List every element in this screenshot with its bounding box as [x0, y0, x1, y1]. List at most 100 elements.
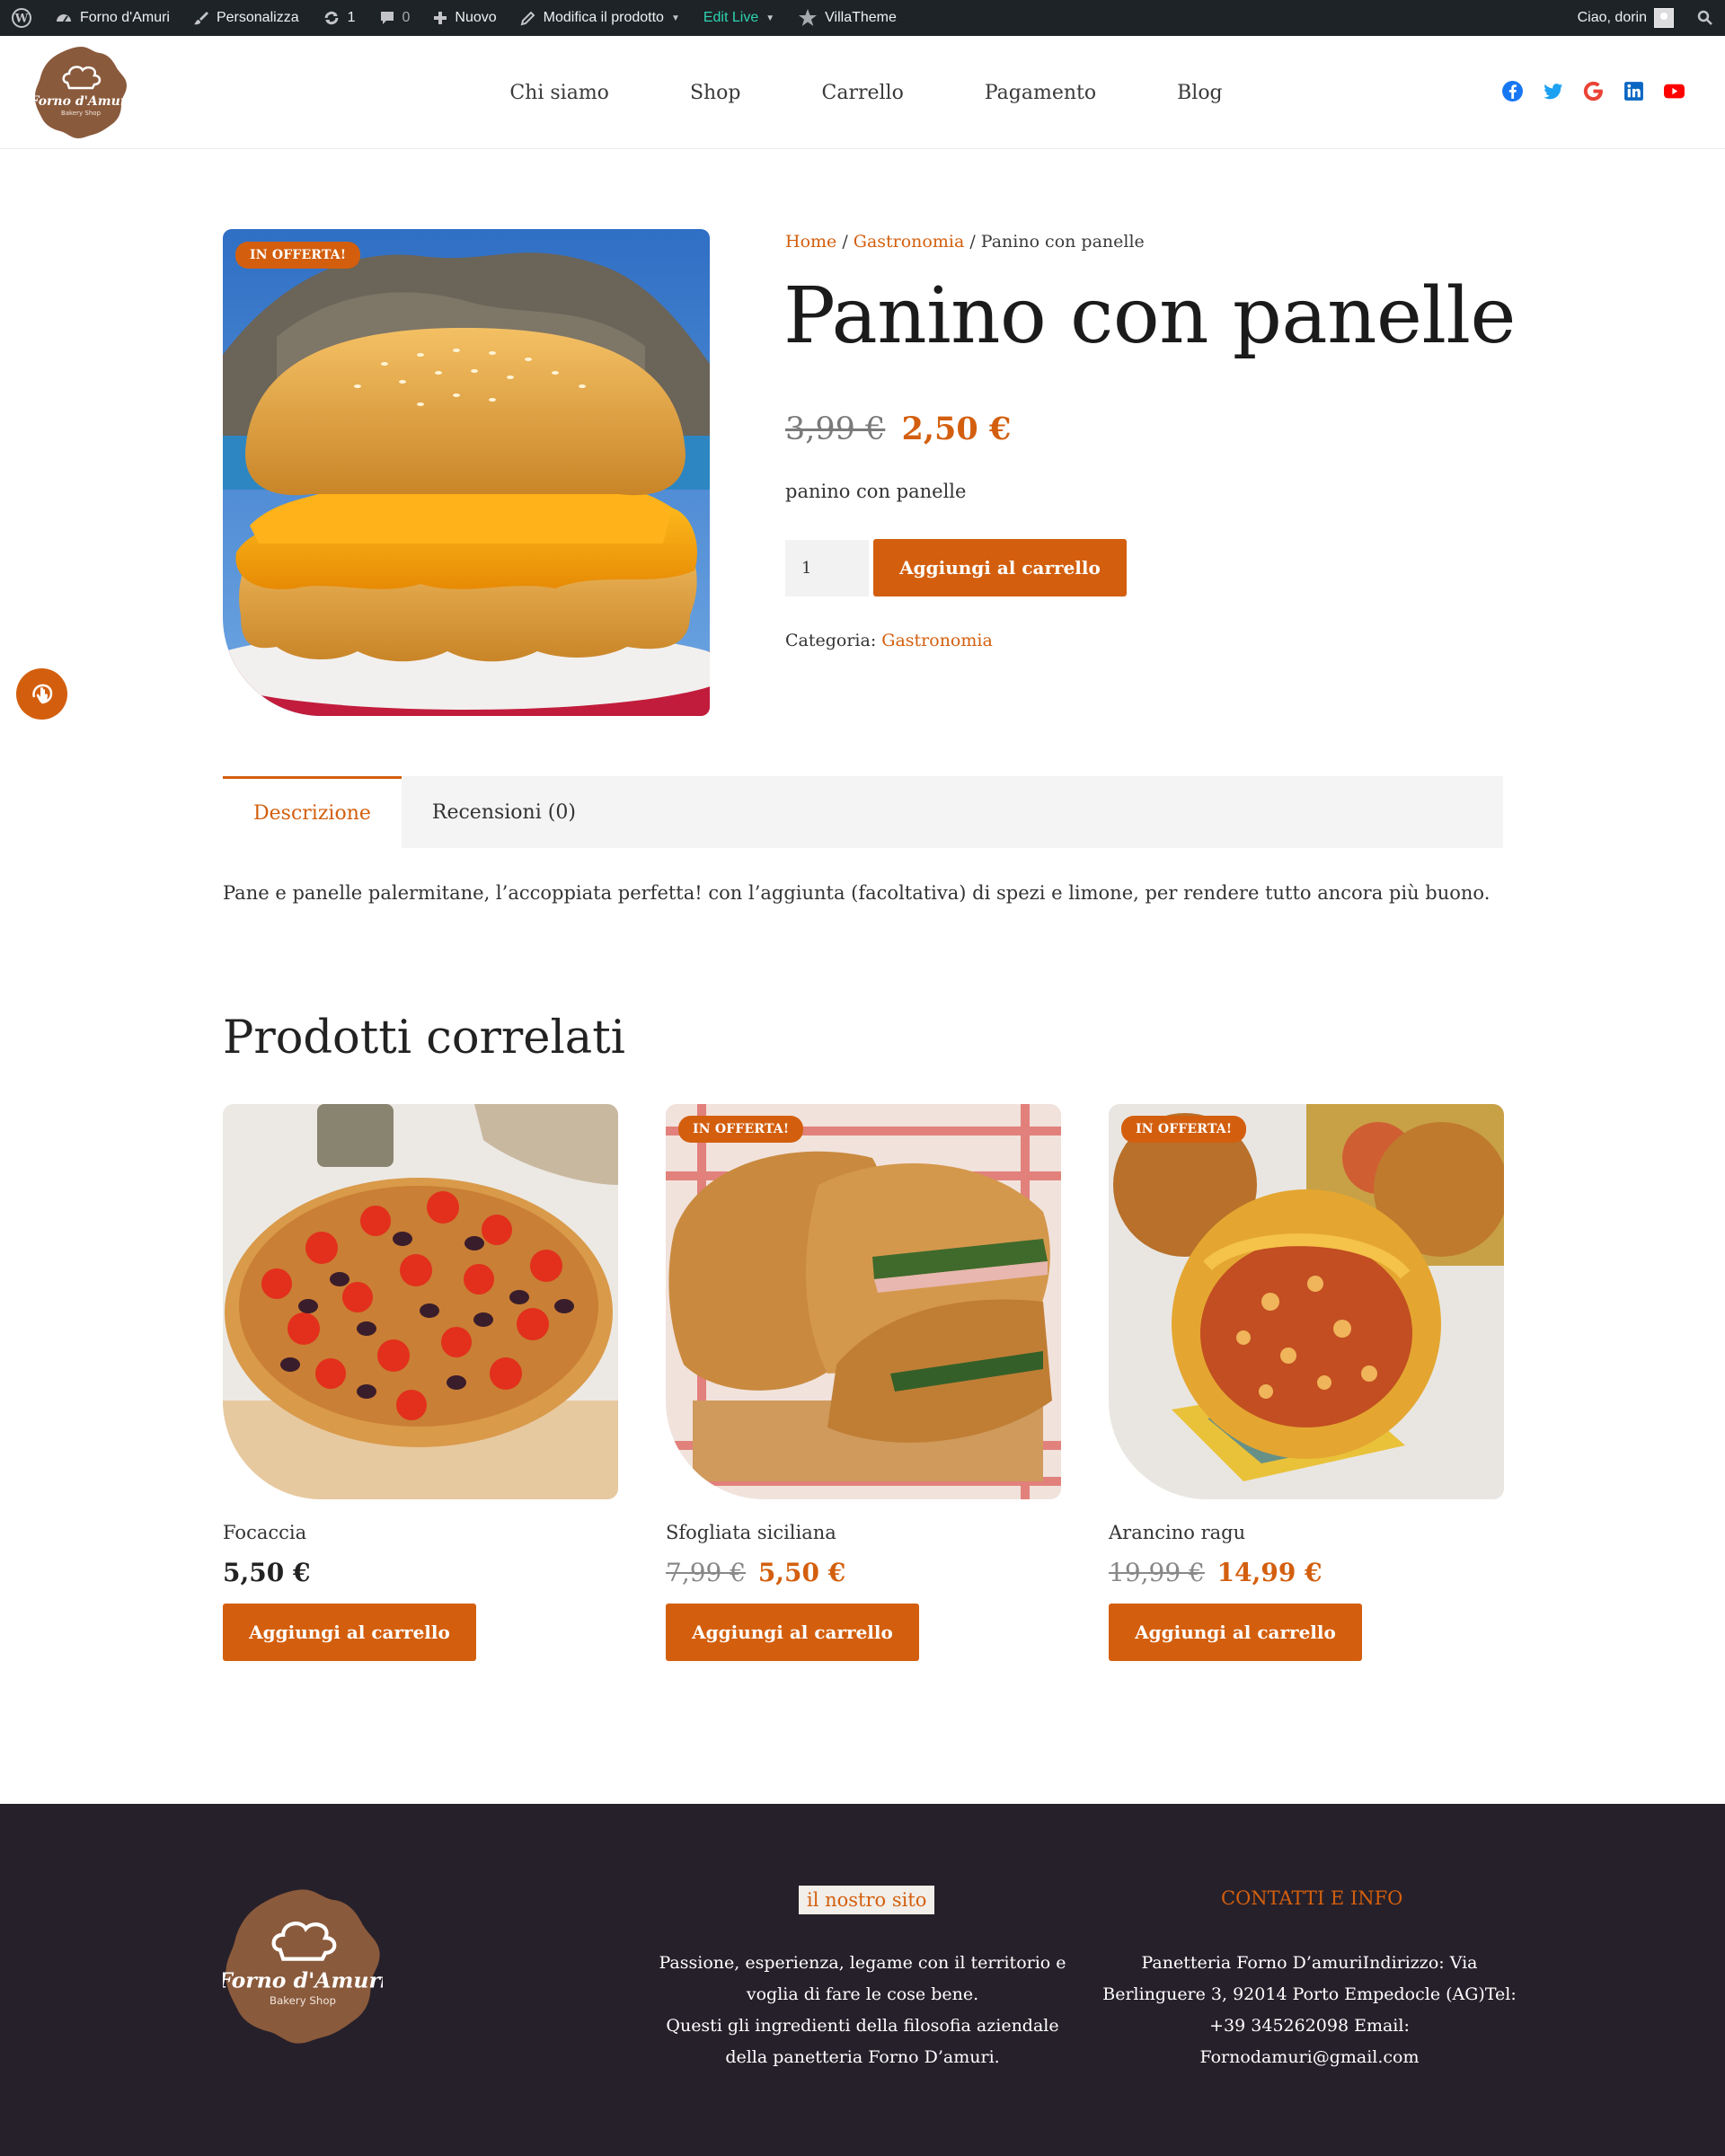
updates-link[interactable]: 1 — [311, 0, 367, 36]
villatheme-link[interactable]: VillaTheme — [786, 0, 908, 36]
add-to-cart-button[interactable]: Aggiungi al carrello — [1109, 1604, 1362, 1661]
product-card-old-price: 7,99 € — [666, 1558, 747, 1587]
caret-down-icon: ▼ — [765, 13, 775, 23]
site-name-menu[interactable]: Forno d'Amuri — [43, 0, 181, 36]
comments-count: 0 — [402, 10, 411, 25]
panino-photo — [223, 229, 710, 716]
sale-price: 2,50 € — [901, 411, 1012, 447]
sale-badge: IN OFFERTA! — [678, 1116, 804, 1143]
nav-item-chi-siamo[interactable]: Chi siamo — [469, 82, 650, 104]
short-description: panino con panelle — [785, 481, 967, 502]
footer-text-line: voglia di fare le cose bene. — [746, 1984, 979, 2004]
edit-product-label: Modifica il prodotto — [543, 10, 664, 25]
add-to-cart-button[interactable]: Aggiungi al carrello — [223, 1604, 476, 1661]
product-card-price: 5,50 € — [223, 1558, 618, 1587]
new-label: Nuovo — [455, 10, 497, 25]
wordpress-icon: W — [12, 8, 31, 28]
floating-action-button[interactable] — [16, 668, 67, 720]
footer-site-title: il nostro sito — [799, 1886, 935, 1914]
product-card: IN OFFERTA! Sfogliata siciliana 7,99 € 5… — [666, 1104, 1061, 1661]
wp-admin-bar: W Forno d'Amuri Personalizza 1 0 Nuovo M… — [0, 0, 1725, 36]
tab-descrizione[interactable]: Descrizione — [223, 776, 402, 848]
svg-text:Forno d'Amuri: Forno d'Amuri — [223, 1968, 383, 1993]
youtube-icon[interactable] — [1663, 80, 1685, 102]
nav-item-shop[interactable]: Shop — [650, 82, 782, 104]
product-card-price: 7,99 € 5,50 € — [666, 1558, 1061, 1587]
add-to-cart-button[interactable]: Aggiungi al carrello — [666, 1604, 919, 1661]
new-content-menu[interactable]: Nuovo — [421, 0, 508, 36]
villatheme-label: VillaTheme — [825, 10, 897, 25]
quantity-input[interactable] — [785, 540, 869, 596]
dashboard-icon — [57, 14, 71, 22]
star-icon — [799, 9, 818, 26]
footer-site-text: Passione, esperienza, legame con il terr… — [638, 1948, 1087, 2073]
wordpress-menu[interactable]: W — [0, 0, 43, 36]
main-nav: Chi siamo Shop Carrello Pagamento Blog — [0, 36, 1725, 149]
brush-icon — [193, 12, 208, 25]
breadcrumb-category[interactable]: Gastronomia — [854, 232, 965, 252]
nav-item-pagamento[interactable]: Pagamento — [944, 82, 1137, 104]
footer-logo[interactable]: Forno d'Amuri Bakery Shop — [223, 1886, 383, 2046]
product-image[interactable]: IN OFFERTA! — [223, 229, 710, 716]
add-to-cart-button[interactable]: Aggiungi al carrello — [873, 539, 1127, 596]
focaccia-photo — [223, 1104, 618, 1499]
search-icon — [1697, 10, 1712, 25]
hand-pointer-icon — [31, 684, 52, 703]
footer-email[interactable]: Fornodamuri@gmail.com — [1087, 2042, 1532, 2073]
product-card-image[interactable] — [223, 1104, 618, 1499]
edit-product-menu[interactable]: Modifica il prodotto ▼ — [509, 0, 692, 36]
product-card-name[interactable]: Focaccia — [223, 1522, 618, 1543]
old-price: 3,99 € — [785, 411, 886, 447]
comment-icon — [380, 12, 394, 24]
breadcrumb-separator: / — [836, 232, 854, 252]
product-tabs: Descrizione Recensioni (0) — [223, 776, 1503, 848]
footer-text-line: Berlinguere 3, 92014 Porto Empedocle (AG… — [1102, 1984, 1517, 2004]
breadcrumb-separator: / — [964, 232, 981, 252]
arancino-photo — [1109, 1104, 1504, 1499]
category-label: Categoria: — [785, 631, 882, 650]
account-menu[interactable]: Ciao, dorin — [1566, 0, 1685, 36]
footer-text-line: +39 345262098 Email: — [1209, 2016, 1410, 2036]
product-title: Panino con panelle — [783, 271, 1516, 361]
breadcrumb-home[interactable]: Home — [785, 232, 836, 252]
google-icon[interactable] — [1582, 80, 1605, 102]
sale-badge: IN OFFERTA! — [235, 242, 361, 269]
product-card-image[interactable]: IN OFFERTA! — [666, 1104, 1061, 1499]
pencil-icon — [520, 11, 535, 26]
customize-link[interactable]: Personalizza — [181, 0, 311, 36]
plus-icon — [434, 12, 447, 24]
facebook-icon[interactable] — [1501, 80, 1524, 102]
nav-item-blog[interactable]: Blog — [1137, 82, 1263, 104]
linkedin-icon[interactable] — [1623, 80, 1645, 102]
updates-icon — [324, 11, 339, 25]
product-category: Categoria: Gastronomia — [785, 631, 993, 650]
admin-search[interactable] — [1685, 0, 1725, 36]
twitter-icon[interactable] — [1542, 80, 1564, 102]
avatar — [1654, 8, 1674, 28]
footer-text-line: Panetteria Forno D’amuriIndirizzo: Via — [1141, 1953, 1478, 1973]
breadcrumb-current: Panino con panelle — [980, 232, 1145, 252]
edit-live-menu[interactable]: Edit Live ▼ — [692, 0, 786, 36]
sale-badge: IN OFFERTA! — [1121, 1116, 1247, 1143]
product-price: 3,99 € 2,50 € — [785, 411, 1011, 447]
product-card-image[interactable]: IN OFFERTA! — [1109, 1104, 1504, 1499]
product-card-name[interactable]: Arancino ragu — [1109, 1522, 1504, 1543]
product-card-old-price: 19,99 € — [1109, 1558, 1205, 1587]
footer-contact-title: CONTATTI E INFO — [1221, 1887, 1403, 1909]
edit-live-label: Edit Live — [703, 10, 759, 25]
comments-link[interactable]: 0 — [367, 0, 422, 36]
footer-text-line: Questi gli ingredienti della filosofia a… — [666, 2016, 1059, 2036]
related-products-title: Prodotti correlati — [223, 1012, 625, 1065]
product-card-price-value: 14,99 € — [1216, 1558, 1322, 1587]
svg-text:W: W — [14, 13, 29, 26]
sfogliata-photo — [666, 1104, 1061, 1499]
category-link[interactable]: Gastronomia — [881, 631, 993, 650]
breadcrumb: Home / Gastronomia / Panino con panelle — [785, 232, 1145, 252]
svg-text:Bakery Shop: Bakery Shop — [270, 1994, 336, 2007]
nav-item-carrello[interactable]: Carrello — [782, 82, 944, 104]
customize-label: Personalizza — [216, 10, 299, 25]
product-card-name[interactable]: Sfogliata siciliana — [666, 1522, 1061, 1543]
footer-text-line: della panetteria Forno D’amuri. — [725, 2047, 1000, 2067]
footer-text-line: Passione, esperienza, legame con il terr… — [659, 1953, 1066, 1973]
tab-recensioni[interactable]: Recensioni (0) — [402, 776, 606, 848]
